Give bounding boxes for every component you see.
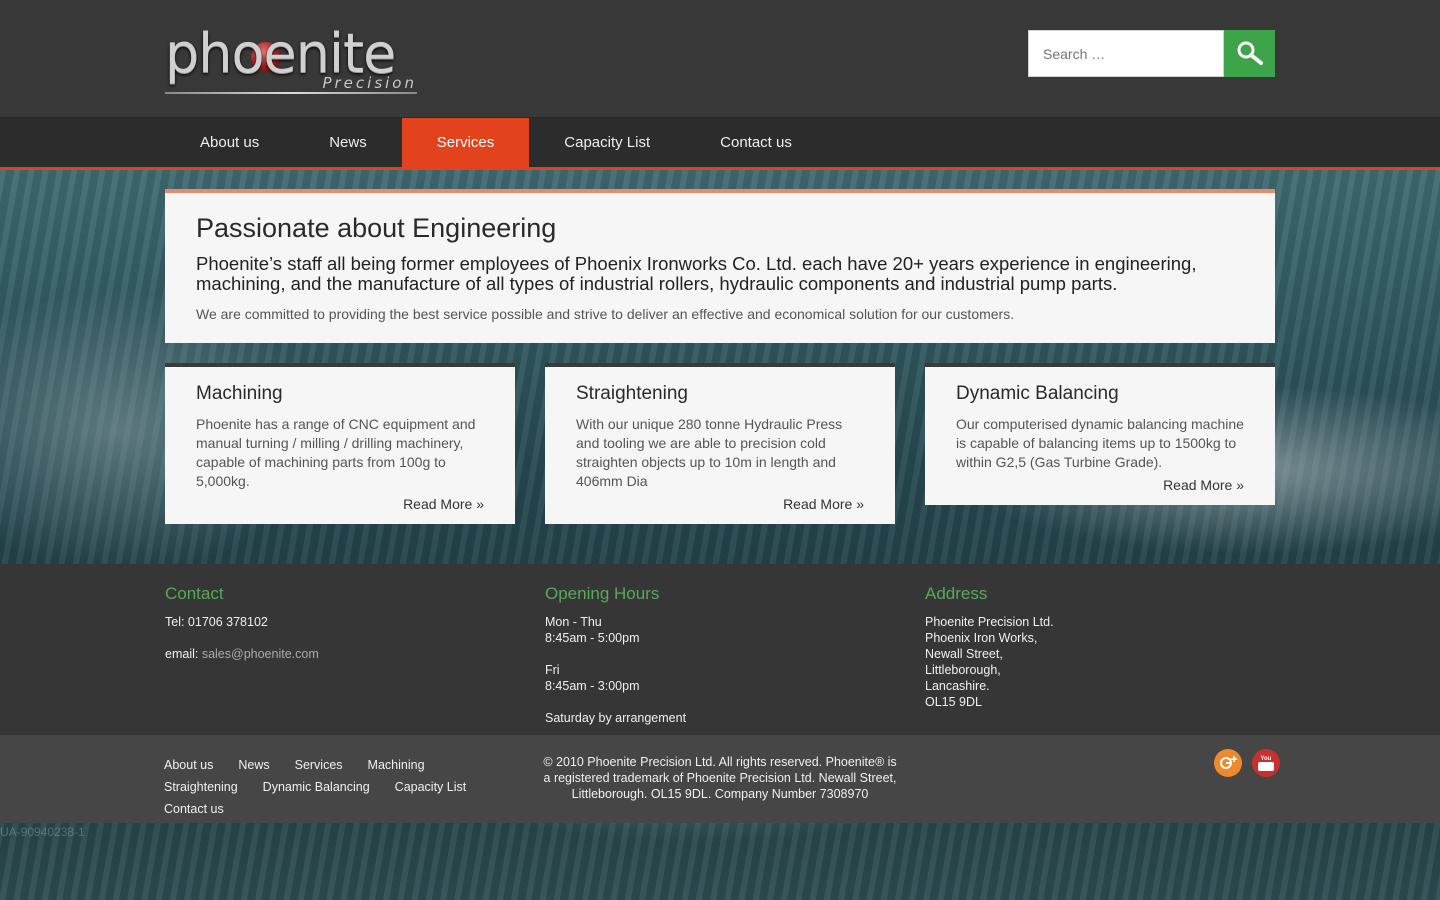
site-header: phoenite Precision: [0, 0, 1440, 118]
search-button[interactable]: [1224, 30, 1275, 77]
logo-underline: [165, 92, 417, 94]
footer-link-machining[interactable]: Machining: [368, 754, 425, 776]
footer-link-services[interactable]: Services: [295, 754, 343, 776]
analytics-id: UA-90940238-1: [0, 825, 85, 839]
read-more-link[interactable]: Read More »: [576, 496, 864, 512]
email-label: email:: [165, 647, 199, 661]
search-icon: [1237, 41, 1263, 65]
card-title: Straightening: [576, 383, 688, 404]
footer-link-news[interactable]: News: [238, 754, 269, 776]
footer-heading-hours: Opening Hours: [545, 584, 660, 603]
youtube-button[interactable]: You: [1252, 749, 1280, 777]
hero-title: Passionate about Engineering: [196, 213, 557, 243]
card-title: Machining: [196, 383, 283, 404]
footer-heading-contact: Contact: [165, 584, 224, 603]
hours-saturday: Saturday by arrangement: [545, 711, 687, 725]
footer-address: Address Phoenite Precision Ltd. Phoenix …: [925, 584, 1285, 710]
footer-link-about-us[interactable]: About us: [164, 754, 213, 776]
footer-link-dynamic-balancing[interactable]: Dynamic Balancing: [263, 776, 370, 798]
card-text: With our unique 280 tonne Hydraulic Pres…: [576, 416, 843, 489]
nav-item-about-us[interactable]: About us: [165, 118, 294, 167]
card-text: Our computerised dynamic balancing machi…: [956, 416, 1244, 470]
contact-tel: Tel: 01706 378102: [165, 615, 268, 629]
nav-item-news[interactable]: News: [294, 118, 402, 167]
copyright-text: © 2010 Phoenite Precision Ltd. All right…: [543, 755, 897, 801]
service-card-dynamic-balancing: Dynamic Balancing Our computerised dynam…: [925, 363, 1275, 505]
contact-email-row: email: sales@phoenite.com: [165, 646, 525, 662]
footer-contact: Contact Tel: 01706 378102 email: sales@p…: [165, 584, 525, 662]
address-line: Littleborough,: [925, 663, 1001, 677]
search-form: [1028, 30, 1275, 77]
main-nav: About us News Services Capacity List Con…: [0, 118, 1440, 170]
address-line: Lancashire.: [925, 679, 990, 693]
nav-item-services[interactable]: Services: [401, 118, 530, 167]
hours-weekday-time: 8:45am - 5:00pm: [545, 631, 640, 645]
nav-item-contact-us[interactable]: Contact us: [685, 118, 827, 167]
service-card-machining: Machining Phoenite has a range of CNC eq…: [165, 363, 515, 524]
address-line: OL15 9DL: [925, 695, 982, 709]
footer-link-contact-us[interactable]: Contact us: [164, 798, 224, 820]
address-line: Newall Street,: [925, 647, 1003, 661]
hero-panel: Passionate about Engineering Phoenite’s …: [165, 189, 1275, 343]
social-links: You: [1214, 749, 1280, 777]
youtube-icon: You: [1258, 756, 1274, 771]
hero-lead: Phoenite’s staff all being former employ…: [196, 253, 1197, 294]
footer-opening-hours: Opening Hours Mon - Thu 8:45am - 5:00pm …: [545, 584, 905, 726]
read-more-link[interactable]: Read More »: [196, 496, 484, 512]
google-plus-button[interactable]: [1214, 749, 1242, 777]
phoenite-logo[interactable]: phoenite Precision: [165, 22, 417, 100]
footer-link-capacity-list[interactable]: Capacity List: [395, 776, 467, 798]
nav-item-capacity-list[interactable]: Capacity List: [529, 118, 685, 167]
email-link[interactable]: sales@phoenite.com: [202, 647, 319, 661]
service-card-straightening: Straightening With our unique 280 tonne …: [545, 363, 895, 524]
footer-heading-address: Address: [925, 584, 988, 603]
hours-fri-time: 8:45am - 3:00pm: [545, 679, 640, 693]
read-more-link[interactable]: Read More »: [956, 477, 1244, 493]
address-line: Phoenite Precision Ltd.: [925, 615, 1054, 629]
search-input[interactable]: [1028, 30, 1224, 77]
hours-fri-label: Fri: [545, 663, 560, 677]
address-line: Phoenix Iron Works,: [925, 631, 1038, 645]
footer-link-straightening[interactable]: Straightening: [164, 776, 238, 798]
footer-links: About us News Services Machining Straighten…: [164, 754, 504, 820]
card-text: Phoenite has a range of CNC equipment an…: [196, 416, 476, 489]
hours-weekday-label: Mon - Thu: [545, 615, 602, 629]
footer-info: Contact Tel: 01706 378102 email: sales@p…: [0, 564, 1440, 735]
card-title: Dynamic Balancing: [956, 383, 1119, 404]
google-plus-icon: [1220, 756, 1237, 769]
logo-subtext: Precision: [322, 74, 417, 92]
hero-text: We are committed to providing the best s…: [196, 306, 1015, 322]
youtube-top-label: You: [1261, 756, 1272, 762]
